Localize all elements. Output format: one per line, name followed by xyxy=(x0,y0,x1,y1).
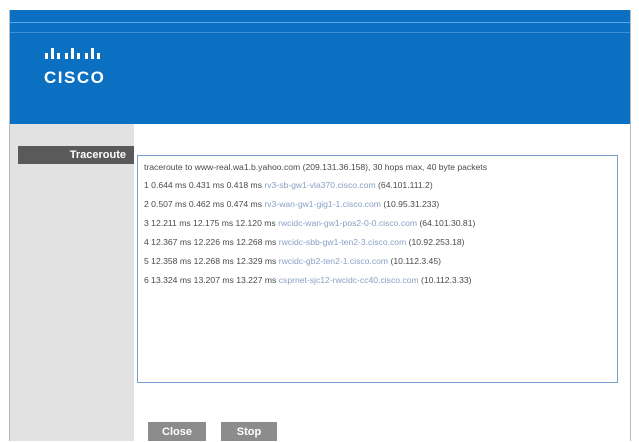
traceroute-output[interactable]: traceroute to www-real.wa1.b.yahoo.com (… xyxy=(137,155,618,383)
traceroute-header-line: traceroute to www-real.wa1.b.yahoo.com (… xyxy=(144,162,487,172)
hop-line: 1 0.644 ms 0.431 ms 0.418 ms rv3-sb-gw1-… xyxy=(144,180,433,190)
hop-line: 6 13.324 ms 13.207 ms 13.227 ms csprnet-… xyxy=(144,275,472,285)
banner-divider xyxy=(10,32,630,33)
cisco-logo: CISCO xyxy=(44,44,108,87)
hop-hostname: rwcidc-gb2-ten2-1.cisco.com xyxy=(278,256,389,266)
hop-hostname: rv3-wan-gw1-gig1-1.cisco.com xyxy=(264,199,381,209)
hop-hostname: rwcidc-sbb-gw1-ten2-3.cisco.com xyxy=(278,237,407,247)
sidebar-item-traceroute[interactable]: Traceroute xyxy=(18,146,134,164)
header-banner: CISCO xyxy=(10,10,630,124)
banner-divider xyxy=(10,22,630,23)
hop-hostname: rwcidc-wan-gw1-pos2-0-0.cisco.com xyxy=(278,218,418,228)
hop-line: 5 12.358 ms 12.268 ms 12.329 ms rwcidc-g… xyxy=(144,256,441,266)
hop-line: 4 12.367 ms 12.226 ms 12.268 ms rwcidc-s… xyxy=(144,237,465,247)
sidebar: Traceroute xyxy=(10,124,134,441)
hop-hostname: rv3-sb-gw1-vla370.cisco.com xyxy=(264,180,376,190)
hop-hostname: csprnet-sjc12-rwcidc-cc40.cisco.com xyxy=(278,275,419,285)
stop-button[interactable]: Stop xyxy=(221,422,277,441)
hop-line: 3 12.211 ms 12.175 ms 12.120 ms rwcidc-w… xyxy=(144,218,476,228)
cisco-bars-icon xyxy=(45,48,100,59)
close-button[interactable]: Close xyxy=(148,422,206,441)
logo-wordmark: CISCO xyxy=(44,68,106,87)
hop-line: 2 0.507 ms 0.462 ms 0.474 ms rv3-wan-gw1… xyxy=(144,199,440,209)
